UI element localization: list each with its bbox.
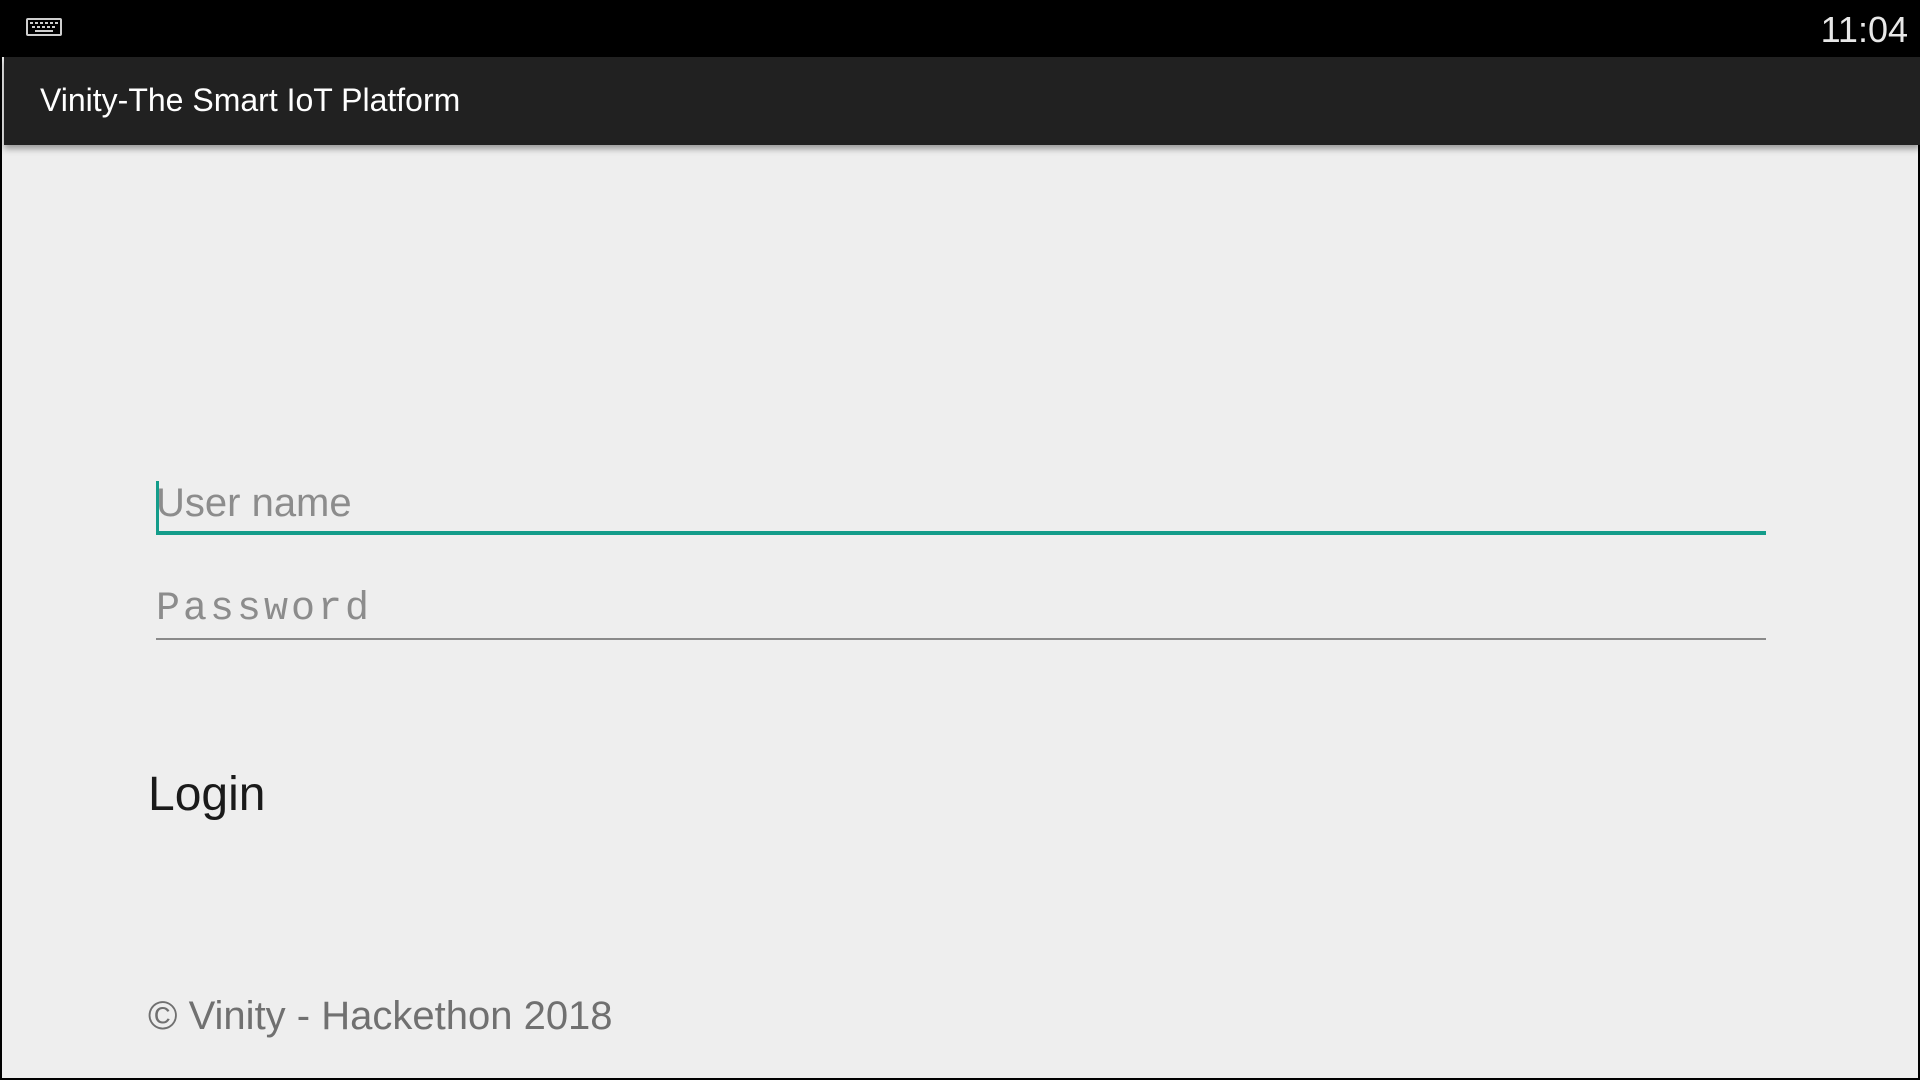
app-title: Vinity-The Smart IoT Platform <box>40 82 461 118</box>
password-input[interactable] <box>156 580 1766 640</box>
screen: 11:04 Vinity-The Smart IoT Platform Logi… <box>0 0 1920 1080</box>
footer-copyright: © Vinity - Hackethon 2018 <box>148 994 613 1038</box>
username-input[interactable] <box>156 475 1766 535</box>
status-time: 11:04 <box>1820 9 1908 50</box>
password-field <box>156 580 1766 644</box>
action-bar: Vinity-The Smart IoT Platform <box>4 57 1920 145</box>
status-bar: 11:04 <box>2 0 1920 57</box>
keyboard-icon <box>26 18 62 36</box>
text-cursor <box>156 481 159 535</box>
login-button[interactable]: Login <box>134 755 279 835</box>
username-field <box>156 475 1766 539</box>
